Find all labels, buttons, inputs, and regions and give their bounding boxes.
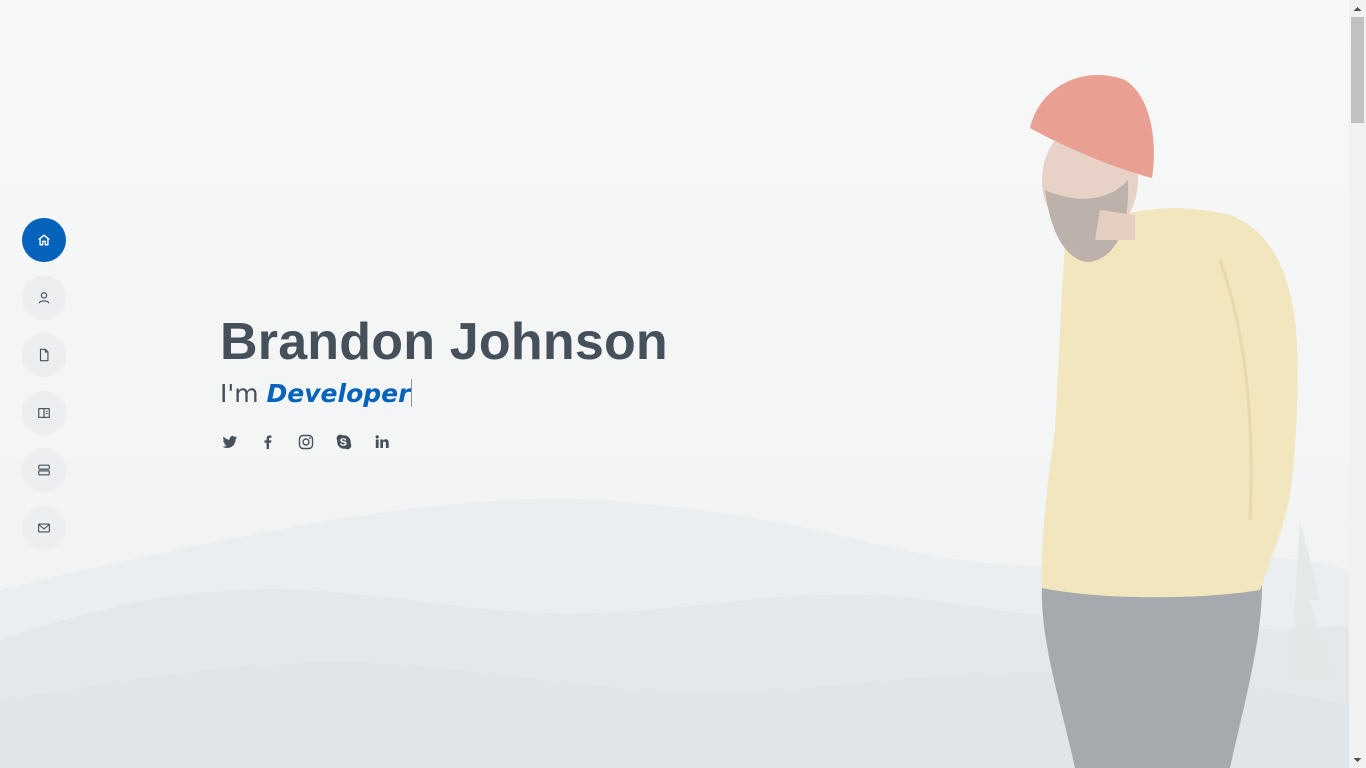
facebook-icon xyxy=(264,435,271,449)
skype-link[interactable] xyxy=(334,432,353,451)
linkedin-link[interactable] xyxy=(372,432,391,451)
nav-item-resume[interactable] xyxy=(22,333,66,378)
hero-name: Brandon Johnson xyxy=(220,313,668,371)
hero-tagline: I'm Developer xyxy=(220,376,668,412)
twitter-icon xyxy=(222,435,237,448)
skype-icon xyxy=(336,434,351,449)
nav-item-portfolio[interactable] xyxy=(22,390,66,435)
tagline-prefix: I'm xyxy=(220,379,267,408)
linkedin-icon xyxy=(375,434,389,448)
side-nav xyxy=(22,218,66,550)
nav-item-about[interactable] xyxy=(22,275,66,320)
facebook-link[interactable] xyxy=(258,432,277,451)
typed-cursor xyxy=(411,379,413,407)
scrollbar-thumb[interactable] xyxy=(1351,17,1364,123)
hero-overlay xyxy=(0,0,1349,768)
instagram-icon xyxy=(298,434,313,449)
scroll-up-arrow-icon[interactable] xyxy=(1349,0,1366,17)
twitter-link[interactable] xyxy=(220,432,239,451)
tagline-role: Developer xyxy=(266,379,411,408)
book-icon xyxy=(38,407,50,418)
instagram-link[interactable] xyxy=(296,432,315,451)
nav-item-services[interactable] xyxy=(22,448,66,493)
file-icon xyxy=(39,348,49,362)
server-icon xyxy=(38,464,50,476)
social-links xyxy=(220,432,668,451)
envelope-icon xyxy=(38,523,50,533)
hero-text: Brandon Johnson I'm Developer xyxy=(220,310,668,451)
page: Brandon Johnson I'm Developer xyxy=(0,0,1366,768)
scroll-down-arrow-icon[interactable] xyxy=(1349,751,1366,768)
nav-item-home[interactable] xyxy=(22,218,66,262)
person-icon xyxy=(38,291,50,304)
hero-background xyxy=(0,0,1349,768)
home-icon xyxy=(38,234,50,246)
nav-item-contact[interactable] xyxy=(22,505,66,550)
page-scrollbar[interactable] xyxy=(1349,0,1366,768)
